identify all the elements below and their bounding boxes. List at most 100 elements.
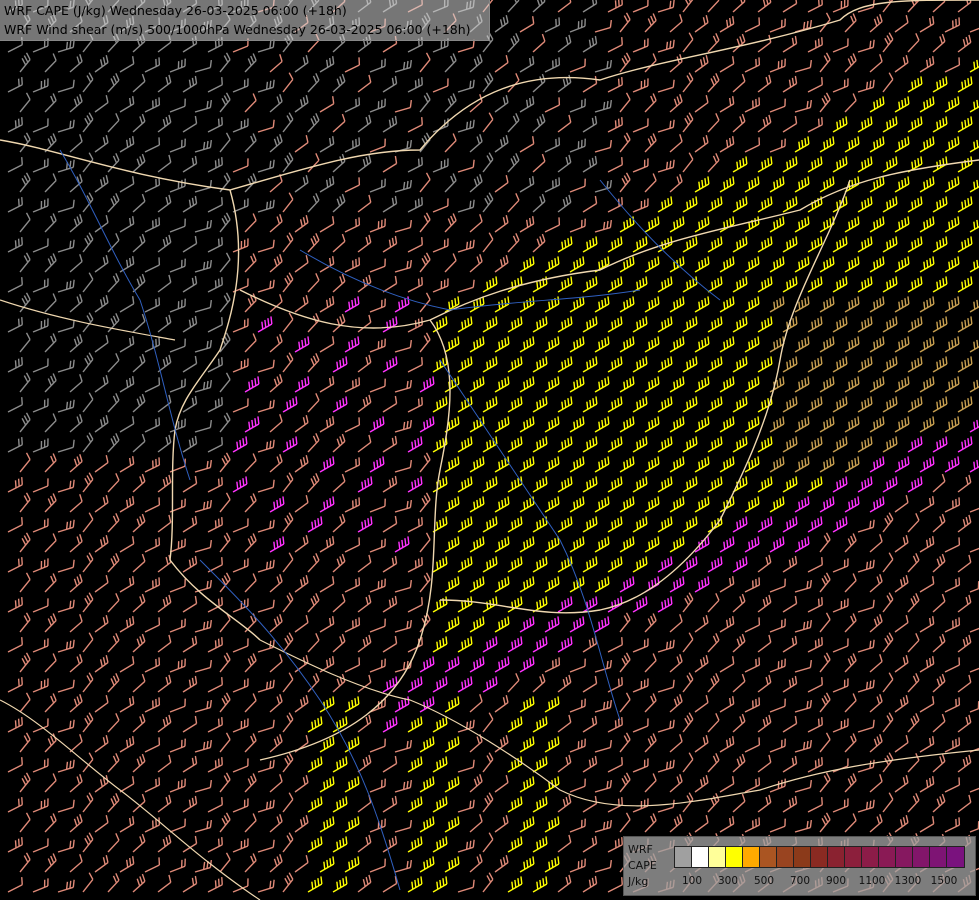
wind-barb	[32, 838, 49, 853]
wind-barb	[282, 436, 298, 453]
wind-barb	[857, 436, 873, 453]
wind-barb	[494, 576, 510, 593]
wind-barb	[407, 436, 423, 453]
wind-barb	[319, 336, 335, 353]
wind-barb	[532, 836, 548, 853]
wind-barb	[144, 137, 161, 153]
wind-barb	[69, 574, 83, 593]
wind-barb	[119, 176, 135, 193]
wind-barb	[144, 777, 161, 793]
wind-barb	[69, 254, 83, 273]
wind-barb	[482, 636, 498, 653]
wind-barb	[32, 238, 49, 253]
wind-barb	[707, 236, 723, 253]
wind-barb	[357, 314, 372, 333]
wind-barb	[457, 436, 473, 453]
wind-barb	[769, 778, 786, 793]
wind-barb	[532, 233, 546, 253]
wind-barb	[194, 339, 213, 353]
wind-barb	[219, 772, 231, 793]
wind-barb	[44, 773, 57, 793]
wind-barb	[944, 497, 961, 513]
wind-barb	[144, 857, 161, 873]
wind-barb	[44, 853, 57, 873]
wind-barb	[282, 192, 294, 213]
wind-barb	[469, 616, 485, 633]
wind-barb	[319, 456, 335, 473]
wind-barb	[444, 53, 457, 73]
wind-barb	[32, 478, 49, 493]
wind-barb	[782, 675, 798, 693]
wind-barb	[794, 536, 810, 553]
wind-barb	[344, 856, 360, 873]
wind-barb	[732, 73, 746, 93]
wind-barb	[144, 497, 161, 513]
wind-barb	[182, 835, 198, 853]
wind-barb	[932, 753, 946, 773]
wind-barb	[457, 279, 475, 293]
wind-barb	[769, 496, 785, 513]
wind-barb	[607, 77, 623, 93]
cape-title: WRF CAPE (J/kg) Wednesday 26-03-2025 06:…	[4, 3, 347, 18]
wind-barb	[619, 12, 631, 33]
wind-barb	[157, 194, 172, 213]
wind-barb	[832, 156, 848, 173]
wind-barb	[682, 356, 698, 373]
wind-barb	[44, 373, 57, 393]
wind-barb	[582, 436, 598, 453]
wind-barb	[607, 877, 623, 893]
wind-barb	[94, 375, 109, 393]
wind-barb	[569, 818, 586, 833]
wind-barb	[369, 778, 386, 793]
wind-barb	[332, 716, 348, 733]
wind-barb	[607, 197, 623, 213]
wind-barb	[707, 516, 723, 533]
wind-barb	[544, 376, 560, 393]
wind-barb	[894, 695, 909, 713]
wind-barb	[357, 354, 372, 373]
wind-barb	[732, 436, 748, 453]
wind-barb	[307, 313, 320, 333]
wind-barb	[557, 834, 572, 853]
wind-barb	[219, 332, 231, 353]
wind-barb	[494, 496, 510, 513]
wind-barb	[282, 272, 294, 293]
wind-barb	[444, 93, 457, 113]
wind-barb	[557, 436, 573, 453]
wind-barb	[294, 615, 309, 633]
wind-barb	[682, 276, 698, 293]
wind-barb	[757, 554, 772, 573]
wind-barb	[132, 593, 146, 613]
wind-barb	[532, 673, 546, 693]
wind-barb	[132, 713, 146, 733]
wind-barb	[269, 854, 283, 873]
wind-barb	[557, 34, 572, 53]
legend-swatch	[930, 847, 947, 867]
wind-barb	[57, 639, 75, 653]
wind-barb	[169, 818, 186, 833]
wind-barb	[394, 579, 413, 593]
wind-barb	[907, 673, 920, 693]
wind-barb	[332, 593, 346, 613]
wind-barb	[507, 153, 520, 173]
legend-swatch	[811, 847, 828, 867]
wind-barb	[919, 336, 935, 353]
wind-barb	[657, 316, 673, 333]
wind-barb	[382, 195, 398, 213]
wind-barb	[794, 136, 810, 153]
wind-barb	[932, 713, 946, 733]
wind-barb	[457, 396, 473, 413]
wind-barb	[132, 833, 146, 853]
wind-barb	[194, 379, 213, 393]
wind-barb	[694, 376, 710, 393]
wind-barb	[669, 134, 683, 153]
wind-barb	[894, 775, 909, 793]
wind-barb	[69, 694, 83, 713]
wind-barb	[194, 859, 213, 873]
wind-barb	[82, 472, 94, 493]
wind-barb	[419, 416, 435, 433]
wind-barb	[682, 592, 694, 613]
wind-barb	[44, 733, 57, 753]
wind-barb	[544, 217, 561, 233]
wind-barb	[319, 176, 335, 193]
